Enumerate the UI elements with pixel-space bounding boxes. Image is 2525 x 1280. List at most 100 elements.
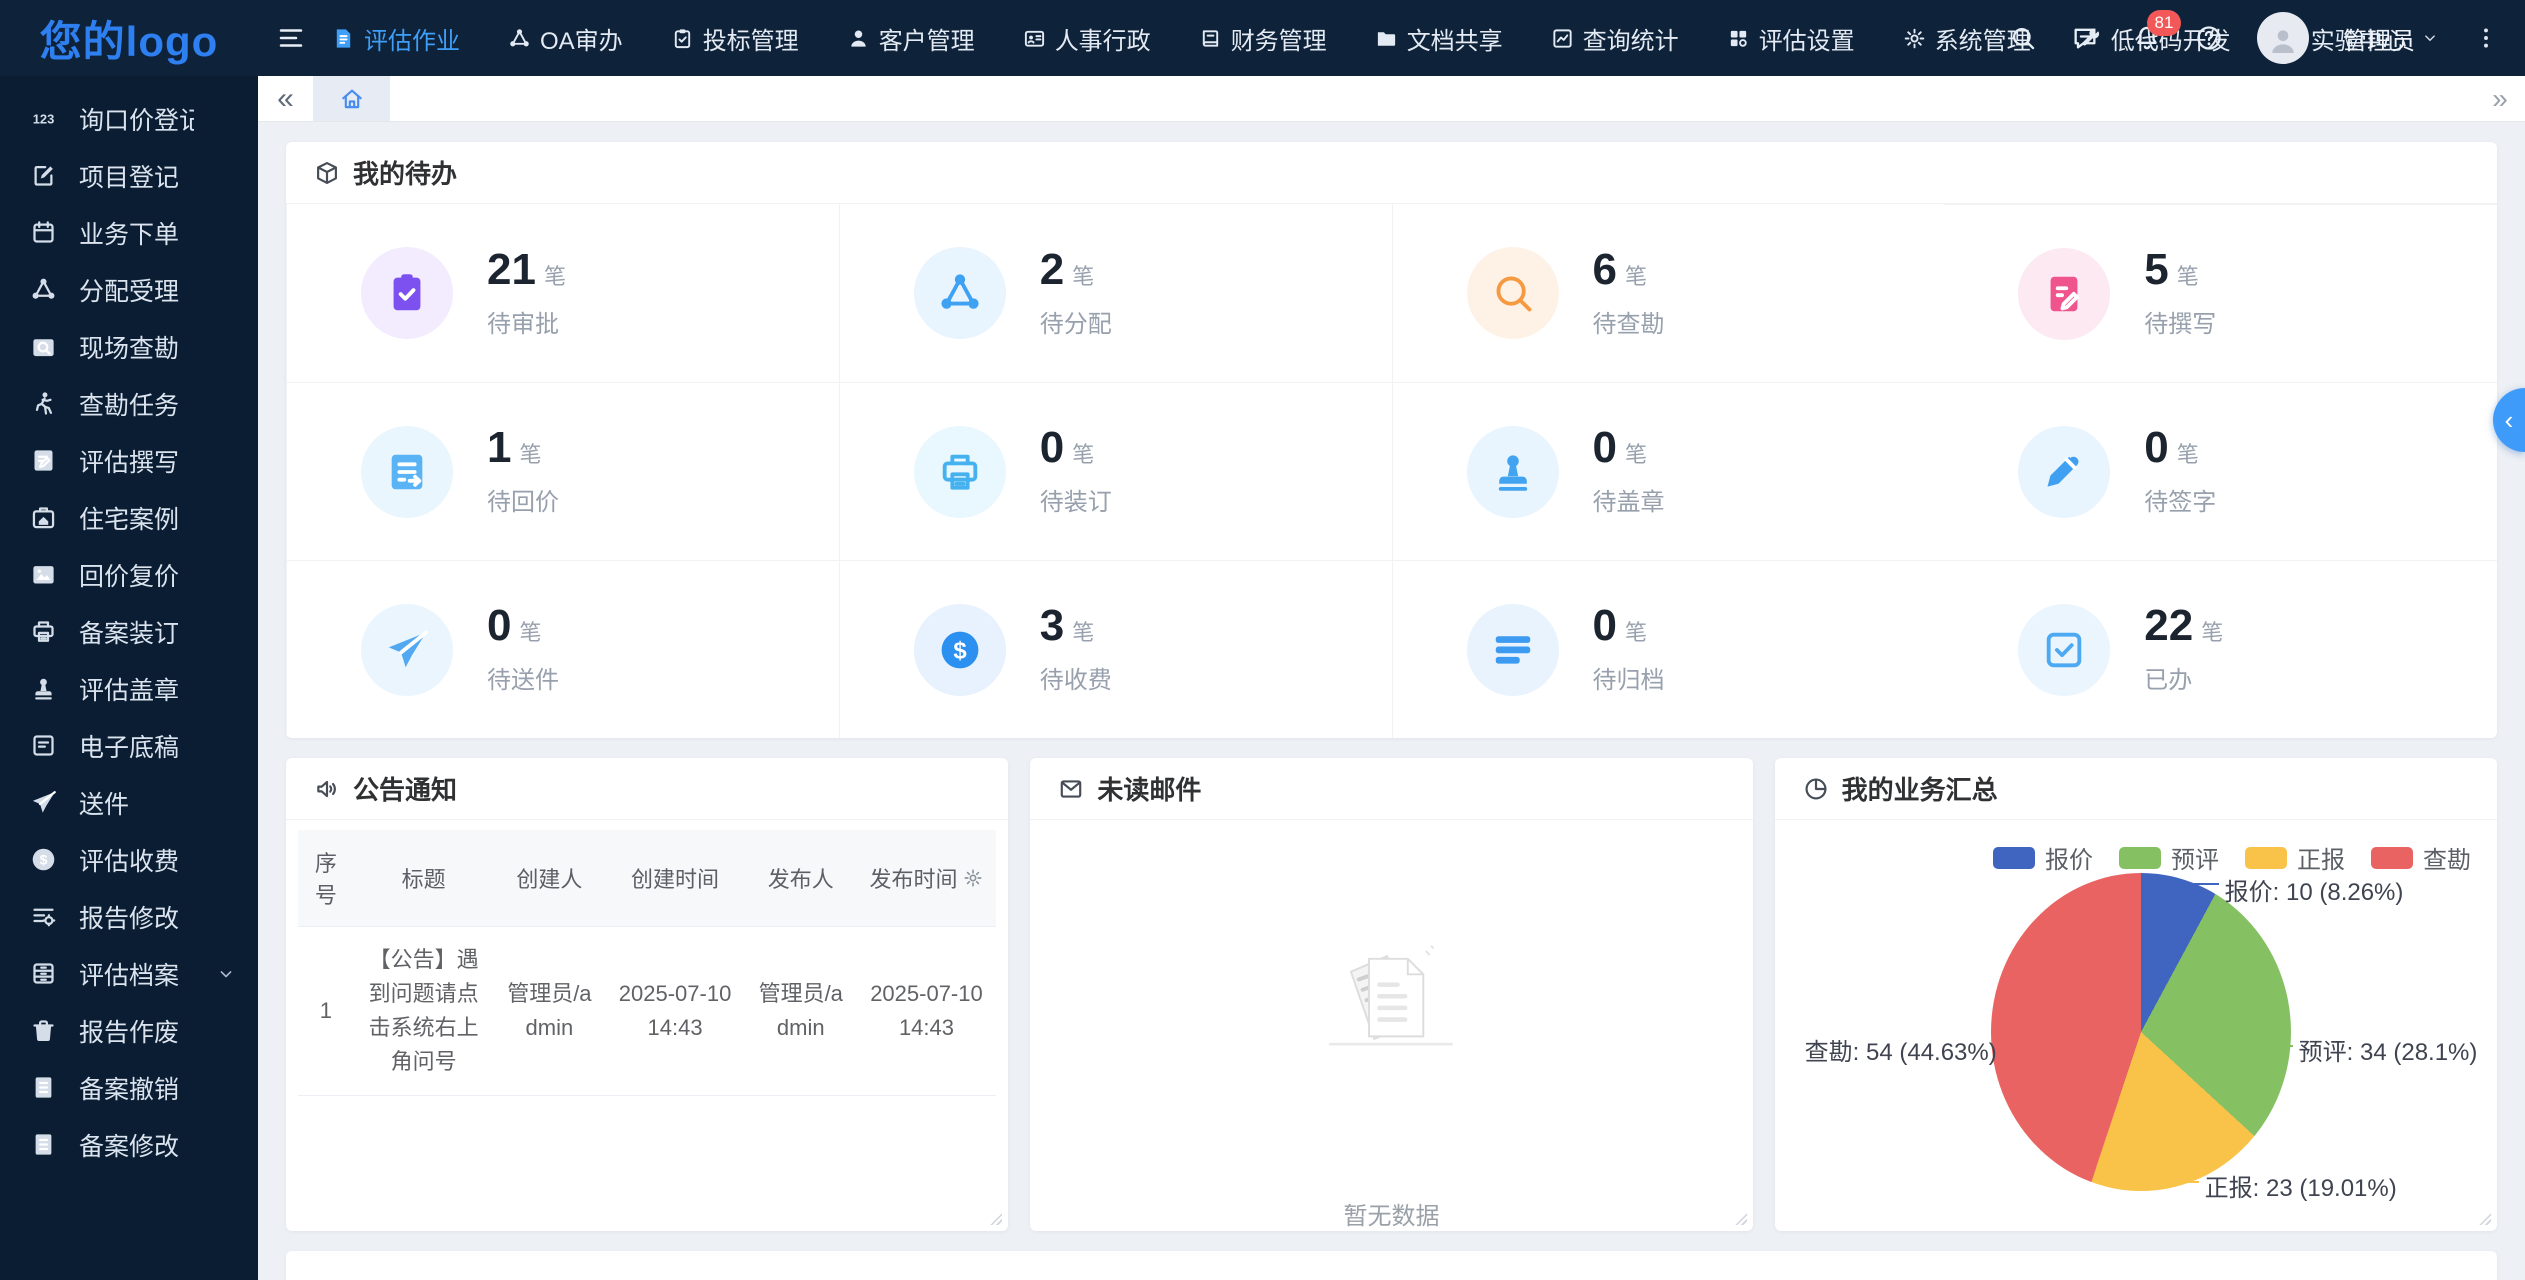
col-header-no: 序号 xyxy=(298,830,354,927)
notice-panel: 公告通知 序号 标题 创建人 创建时间 发布人 发布时间 xyxy=(286,758,1008,1231)
sidebar-item-label: 业务下单 xyxy=(79,215,194,251)
sidebar-item[interactable]: 评估档案 xyxy=(0,945,258,1002)
mail-panel-title: 未读邮件 xyxy=(1097,770,1201,807)
todo-card[interactable]: 1笔 待回价 xyxy=(286,382,839,560)
tabs-scroll-left-button[interactable]: « xyxy=(258,76,314,121)
todo-grid: 21笔 待审批 2笔 待分配 xyxy=(286,204,2497,738)
main-menu-item[interactable]: OA审办 xyxy=(508,21,623,56)
todo-card-icon-circle xyxy=(2018,426,2110,518)
sidebar-item[interactable]: 报告修改 xyxy=(0,888,258,945)
todo-card-icon xyxy=(1490,449,1536,495)
todo-card-icon xyxy=(2041,271,2087,317)
todo-card[interactable]: 21笔 待审批 xyxy=(286,204,839,382)
user-menu[interactable]: 管理员 xyxy=(2343,21,2439,56)
todo-card[interactable]: 0笔 待盖章 xyxy=(1392,382,1945,560)
resize-handle-icon[interactable] xyxy=(988,1211,1002,1225)
sidebar-item[interactable]: 123 询口价登记 xyxy=(0,90,258,147)
menu-item-label: 评估设置 xyxy=(1759,21,1855,56)
sidebar-item[interactable]: 现场查勘 xyxy=(0,318,258,375)
app-logo: 您的logo xyxy=(0,0,258,76)
search-icon[interactable] xyxy=(2009,24,2037,52)
chevron-down-icon xyxy=(216,907,236,927)
tabs-scroll-right-button[interactable]: » xyxy=(2475,76,2525,121)
pie-label: 预评: 34 (28.1%) xyxy=(2299,1032,2478,1067)
svg-text:$: $ xyxy=(953,637,966,664)
todo-card[interactable]: 0笔 待签字 xyxy=(1944,382,2497,560)
resize-handle-icon[interactable] xyxy=(1733,1211,1747,1225)
col-header-creator: 创建人 xyxy=(494,830,606,927)
next-panel-partial xyxy=(286,1251,2497,1280)
main-menu-item[interactable]: 评估设置 xyxy=(1727,21,1855,56)
message-icon[interactable] xyxy=(2071,24,2099,52)
main-menu-item[interactable]: 查询统计 xyxy=(1551,21,1679,56)
sidebar-item[interactable]: 报告作废 xyxy=(0,1002,258,1059)
todo-card[interactable]: 0笔 待归档 xyxy=(1392,560,1945,738)
notifications-button[interactable]: 81 xyxy=(2133,24,2161,52)
legend-item[interactable]: 报价 xyxy=(1993,840,2093,875)
menu-item-icon xyxy=(332,27,355,50)
todo-unit: 笔 xyxy=(519,442,541,467)
todo-card[interactable]: 6笔 待查勘 xyxy=(1392,204,1945,382)
sidebar-item-label: 备案撤销 xyxy=(79,1070,194,1106)
main-menu-item[interactable]: 财务管理 xyxy=(1199,21,1327,56)
sidebar-item[interactable]: 备案修改 xyxy=(0,1116,258,1173)
main-menu-item[interactable]: 文档共享 xyxy=(1375,21,1503,56)
legend-item[interactable]: 正报 xyxy=(2245,840,2345,875)
todo-count: 0笔 xyxy=(1040,426,1112,470)
notice-table-row[interactable]: 1 【公告】遇到问题请点击系统右上角问号 管理员/admin 2025-07-1… xyxy=(298,927,996,1096)
sidebar-item-label: 现场查勘 xyxy=(79,329,194,365)
chevron-down-icon xyxy=(216,1078,236,1098)
pie[interactable] xyxy=(1991,873,2291,1191)
sidebar-toggle-icon[interactable] xyxy=(276,23,306,53)
menu-item-icon xyxy=(508,27,531,50)
mail-panel: 未读邮件 暂无数据 xyxy=(1030,758,1752,1231)
sidebar-item[interactable]: 备案撤销 xyxy=(0,1059,258,1116)
main-menu-item[interactable]: 投标管理 xyxy=(671,21,799,56)
todo-count: 2笔 xyxy=(1040,248,1112,292)
sidebar-item[interactable]: 评估撰写 xyxy=(0,432,258,489)
sidebar-item-label: 电子底稿 xyxy=(79,728,194,764)
avatar[interactable] xyxy=(2257,12,2309,64)
todo-card[interactable]: 0笔 待送件 xyxy=(286,560,839,738)
sidebar-item[interactable]: 备案装订 xyxy=(0,603,258,660)
todo-card-icon xyxy=(384,270,430,316)
menu-item-label: OA审办 xyxy=(540,21,623,56)
sidebar-item[interactable]: 评估盖章 xyxy=(0,660,258,717)
sidebar-item[interactable]: 查勘任务 xyxy=(0,375,258,432)
main-menu-item[interactable]: 人事行政 xyxy=(1023,21,1151,56)
sidebar-item[interactable]: 业务下单 xyxy=(0,204,258,261)
legend-item[interactable]: 预评 xyxy=(2119,840,2219,875)
sidebar-item[interactable]: 回价复价 xyxy=(0,546,258,603)
legend-item[interactable]: 查勘 xyxy=(2371,840,2471,875)
sidebar-item[interactable]: 送件 xyxy=(0,774,258,831)
sidebar-item-icon xyxy=(30,162,57,189)
sidebar-item[interactable]: 住宅案例 xyxy=(0,489,258,546)
more-options-icon[interactable] xyxy=(2473,25,2499,51)
sidebar-item[interactable]: 项目登记 xyxy=(0,147,258,204)
todo-card[interactable]: 22笔 已办 xyxy=(1944,560,2497,738)
cell-title: 【公告】遇到问题请点击系统右上角问号 xyxy=(354,927,494,1096)
sidebar-item[interactable]: 电子底稿 xyxy=(0,717,258,774)
sidebar-item[interactable]: $ 评估收费 xyxy=(0,831,258,888)
empty-text: 暂无数据 xyxy=(1343,1196,1439,1231)
tab-home[interactable] xyxy=(314,76,390,121)
todo-unit: 笔 xyxy=(1625,264,1647,289)
todo-card[interactable]: $ 3笔 待收费 xyxy=(839,560,1392,738)
column-settings-icon[interactable] xyxy=(963,868,983,888)
todo-card[interactable]: 0笔 待装订 xyxy=(839,382,1392,560)
resize-handle-icon[interactable] xyxy=(2477,1211,2491,1225)
notice-panel-header: 公告通知 xyxy=(286,758,1008,820)
sidebar-item-icon xyxy=(30,504,57,531)
main-menu: 评估作业 OA审办 投标管理 客户管理 人事行政 xyxy=(332,21,1989,56)
main-menu-item[interactable]: 评估作业 xyxy=(332,21,460,56)
todo-card[interactable]: 5笔 待撰写 xyxy=(1944,204,2497,382)
main-menu-item[interactable]: 客户管理 xyxy=(847,21,975,56)
todo-card[interactable]: 2笔 待分配 xyxy=(839,204,1392,382)
legend-swatch xyxy=(2371,847,2413,869)
menu-item-icon xyxy=(1551,27,1574,50)
sidebar-item-icon xyxy=(30,1017,57,1044)
empty-illustration xyxy=(1307,820,1475,1170)
todo-label: 待分配 xyxy=(1040,304,1112,339)
help-icon[interactable] xyxy=(2195,24,2223,52)
sidebar-item[interactable]: 分配受理 xyxy=(0,261,258,318)
